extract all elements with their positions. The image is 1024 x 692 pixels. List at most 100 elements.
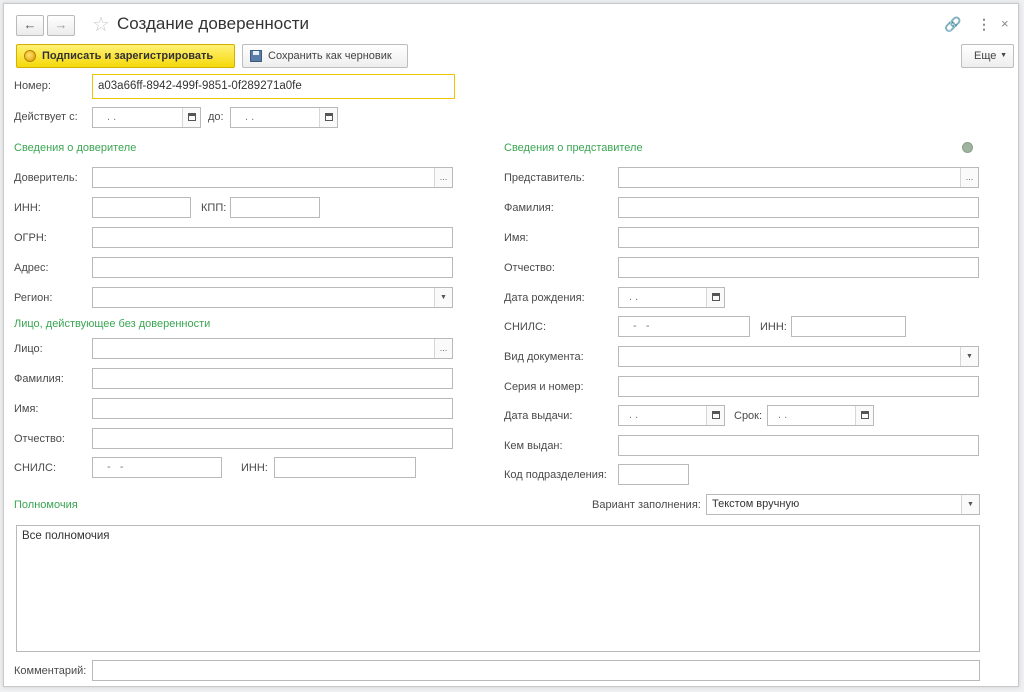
comment-field[interactable]: [92, 660, 980, 681]
select-ellipsis-button[interactable]: ...: [434, 168, 452, 187]
chevron-down-icon: ▼: [1000, 52, 1007, 59]
rep-term-value: . .: [778, 409, 788, 421]
rep-issued-by-field[interactable]: [618, 435, 979, 456]
rep-term-label: Срок:: [734, 410, 763, 422]
proxy-form-window: ← → ☆ Создание доверенности 🔗 ⋮ × Подпис…: [3, 3, 1019, 687]
fill-variant-value: Текстом вручную: [712, 498, 800, 510]
person-section-title: Лицо, действующее без доверенности: [14, 318, 211, 330]
person-patronymic-field[interactable]: [92, 428, 453, 449]
rep-issue-date-value: . .: [629, 409, 639, 421]
back-button[interactable]: ←: [16, 15, 44, 36]
principal-inn-label: ИНН:: [14, 202, 41, 214]
number-value: a03a66ff-8942-499f-9851-0f289271a0fe: [98, 80, 302, 92]
rep-name-label: Имя:: [504, 232, 529, 244]
chevron-down-icon[interactable]: ▼: [960, 347, 978, 366]
valid-to-field[interactable]: . .: [230, 107, 338, 128]
rep-inn-label: ИНН:: [760, 321, 787, 333]
rep-snils-label: СНИЛС:: [504, 321, 547, 333]
person-snils-value: - -: [107, 461, 124, 473]
principal-inn-field[interactable]: [92, 197, 191, 218]
valid-to-label: до:: [208, 111, 224, 123]
forward-button[interactable]: →: [47, 15, 75, 36]
rep-doc-type-label: Вид документа:: [504, 351, 584, 363]
person-surname-label: Фамилия:: [14, 373, 64, 385]
person-snils-field[interactable]: - -: [92, 457, 222, 478]
rep-birthdate-label: Дата рождения:: [504, 292, 585, 304]
rep-term-field[interactable]: . .: [767, 405, 874, 426]
rep-issue-date-field[interactable]: . .: [618, 405, 725, 426]
principal-field[interactable]: ...: [92, 167, 453, 188]
principal-label: Доверитель:: [14, 172, 78, 184]
powers-section-title: Полномочия: [14, 499, 78, 511]
calendar-icon[interactable]: [855, 406, 873, 425]
valid-to-value: . .: [245, 111, 255, 123]
calendar-icon[interactable]: [319, 108, 337, 127]
arrow-right-icon: →: [54, 17, 68, 32]
rep-inn-field[interactable]: [791, 316, 906, 337]
link-icon[interactable]: 🔗: [944, 16, 961, 33]
powers-textarea[interactable]: Все полномочия: [16, 525, 980, 652]
representative-label: Представитель:: [504, 172, 585, 184]
principal-address-field[interactable]: [92, 257, 453, 278]
rep-issued-by-label: Кем выдан:: [504, 440, 563, 452]
rep-name-field[interactable]: [618, 227, 979, 248]
rep-series-field[interactable]: [618, 376, 979, 397]
rep-birthdate-field[interactable]: . .: [618, 287, 725, 308]
more-label: Еще: [974, 50, 997, 62]
rep-surname-field[interactable]: [618, 197, 979, 218]
floppy-disk-icon: [250, 50, 262, 62]
select-ellipsis-button[interactable]: ...: [960, 168, 978, 187]
fill-variant-label: Вариант заполнения:: [592, 499, 701, 511]
number-label: Номер:: [14, 80, 51, 92]
rep-patronymic-label: Отчество:: [504, 262, 555, 274]
person-field[interactable]: ...: [92, 338, 453, 359]
rep-birthdate-value: . .: [629, 291, 639, 303]
principal-kpp-label: КПП:: [201, 202, 227, 214]
rep-dept-code-label: Код подразделения:: [504, 469, 607, 481]
valid-from-value: . .: [107, 111, 117, 123]
principal-address-label: Адрес:: [14, 262, 49, 274]
select-ellipsis-button[interactable]: ...: [434, 339, 452, 358]
number-field[interactable]: a03a66ff-8942-499f-9851-0f289271a0fe: [92, 74, 455, 99]
principal-kpp-field[interactable]: [230, 197, 320, 218]
chevron-down-icon[interactable]: ▼: [434, 288, 452, 307]
representative-field[interactable]: ...: [618, 167, 979, 188]
valid-from-field[interactable]: . .: [92, 107, 201, 128]
save-draft-label: Сохранить как черновик: [268, 50, 392, 62]
rep-issue-date-label: Дата выдачи:: [504, 410, 573, 422]
status-indicator-icon: [962, 142, 973, 153]
calendar-icon[interactable]: [706, 288, 724, 307]
rep-series-label: Серия и номер:: [504, 381, 584, 393]
valid-from-label: Действует с:: [14, 111, 78, 123]
rep-patronymic-field[interactable]: [618, 257, 979, 278]
rep-dept-code-field[interactable]: [618, 464, 689, 485]
principal-region-label: Регион:: [14, 292, 53, 304]
sign-button-label: Подписать и зарегистрировать: [42, 50, 214, 62]
more-vertical-icon[interactable]: ⋮: [977, 16, 991, 33]
person-name-field[interactable]: [92, 398, 453, 419]
person-snils-label: СНИЛС:: [14, 462, 57, 474]
person-label: Лицо:: [14, 343, 43, 355]
person-inn-label: ИНН:: [241, 462, 268, 474]
comment-label: Комментарий:: [14, 665, 87, 677]
rep-snils-field[interactable]: - -: [618, 316, 750, 337]
person-surname-field[interactable]: [92, 368, 453, 389]
fill-variant-select[interactable]: Текстом вручную ▼: [706, 494, 980, 515]
close-icon[interactable]: ×: [1001, 16, 1009, 31]
principal-region-select[interactable]: ▼: [92, 287, 453, 308]
save-draft-button[interactable]: Сохранить как черновик: [242, 44, 408, 68]
calendar-icon[interactable]: [182, 108, 200, 127]
page-title: Создание доверенности: [117, 14, 309, 33]
person-inn-field[interactable]: [274, 457, 416, 478]
principal-ogrn-field[interactable]: [92, 227, 453, 248]
sign-and-register-button[interactable]: Подписать и зарегистрировать: [16, 44, 235, 68]
rep-surname-label: Фамилия:: [504, 202, 554, 214]
star-icon[interactable]: ☆: [92, 12, 110, 37]
person-name-label: Имя:: [14, 403, 39, 415]
chevron-down-icon[interactable]: ▼: [961, 495, 979, 514]
principal-section-title: Сведения о доверителе: [14, 142, 137, 154]
calendar-icon[interactable]: [706, 406, 724, 425]
sign-icon: [24, 50, 36, 62]
rep-doc-type-select[interactable]: ▼: [618, 346, 979, 367]
more-actions-button[interactable]: Еще ▼: [961, 44, 1014, 68]
